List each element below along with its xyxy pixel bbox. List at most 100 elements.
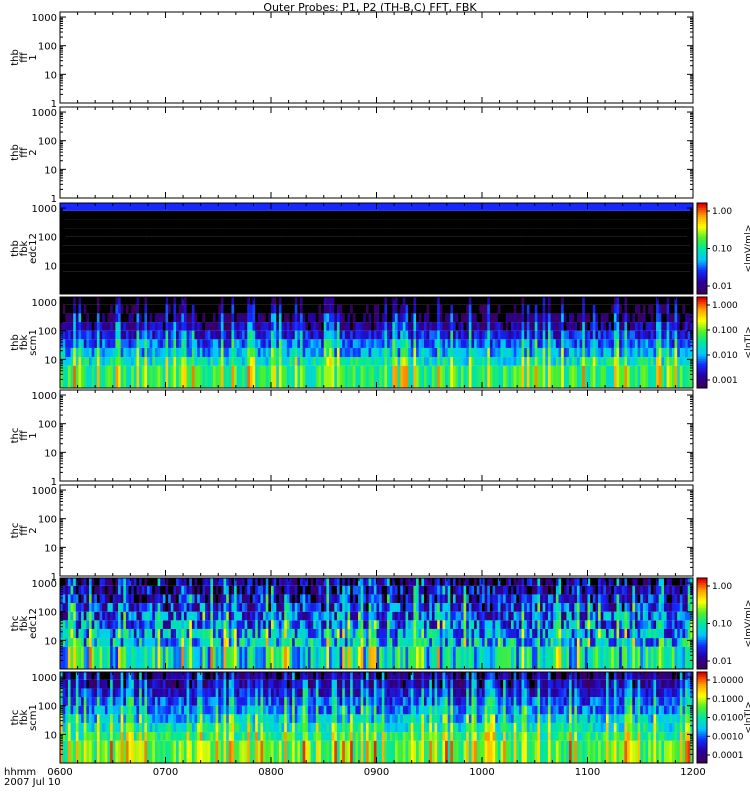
spectrogram-cell — [249, 228, 253, 237]
colorbar-tick-label: 0.001 — [712, 376, 738, 386]
spectrogram-cell — [400, 365, 404, 388]
spectrogram-cell — [168, 203, 172, 211]
spectrogram-cell — [508, 228, 512, 237]
spectrogram-cell — [563, 330, 567, 340]
spectrogram-cell — [547, 347, 551, 358]
spectrogram-cell — [365, 271, 369, 294]
spectrogram-cell — [408, 304, 412, 314]
spectrogram-cell — [671, 322, 675, 331]
spectrogram-cell — [471, 245, 475, 254]
spectrogram-cell — [431, 236, 435, 246]
spectrogram-cell — [268, 313, 272, 323]
spectrogram-cell — [518, 228, 522, 237]
spectrogram-cell — [102, 304, 106, 314]
spectrogram-cell — [223, 365, 227, 388]
spectrogram-cell — [131, 313, 135, 323]
spectrogram-cell — [154, 297, 158, 305]
spectrogram-cell — [532, 236, 536, 246]
spectrogram-cell — [611, 210, 615, 220]
spectrogram-cell — [600, 228, 604, 237]
spectrogram-cell — [611, 365, 615, 388]
spectrogram-cell — [405, 365, 409, 388]
spectrogram-cell — [590, 219, 594, 229]
spectrogram-cell — [511, 322, 515, 331]
spectrogram-cell — [183, 313, 187, 323]
spectrogram-cell — [149, 236, 153, 246]
spectrogram-cell — [334, 357, 338, 366]
spectrogram-cell — [524, 357, 528, 366]
spectrogram-cell — [656, 330, 660, 340]
spectrogram-cell — [397, 330, 401, 340]
spectrogram-cell — [147, 347, 151, 358]
spectrogram-cell — [682, 297, 686, 305]
spectrogram-cell — [352, 365, 356, 388]
spectrogram-cell — [144, 347, 148, 358]
spectrogram-cell — [627, 357, 631, 366]
spectrogram-cell — [104, 330, 108, 340]
spectrogram-cell — [489, 228, 493, 237]
spectrogram-cell — [569, 330, 573, 340]
spectrogram-cell — [605, 313, 609, 323]
spectrogram-cell — [547, 339, 551, 348]
spectrogram-cell — [144, 253, 148, 264]
spectrogram-cell — [154, 210, 158, 220]
spectrogram-cell — [600, 271, 604, 294]
spectrogram-cell — [439, 219, 443, 229]
spectrogram-cell — [241, 330, 246, 340]
spectrogram-cell — [674, 210, 678, 220]
spectrogram-cell — [574, 297, 578, 305]
spectrogram-cell — [336, 219, 340, 229]
spectrogram-cell — [408, 245, 412, 254]
spectrogram-cell — [426, 365, 430, 388]
panel-frame — [59, 106, 694, 199]
spectrogram-cell — [545, 219, 549, 229]
spectrogram-cell — [247, 219, 251, 229]
spectrogram-cell — [70, 322, 74, 331]
spectrogram-cell — [107, 263, 111, 272]
spectrogram-cell — [413, 304, 417, 314]
spectrogram-cell — [658, 330, 662, 340]
spectrogram-cell — [634, 203, 639, 211]
spectrogram-cell — [286, 357, 290, 366]
spectrogram-cell — [482, 253, 486, 264]
spectrogram-cell — [376, 253, 380, 264]
spectrogram-cell — [273, 236, 277, 246]
spectrogram-cell — [236, 313, 240, 323]
spectrogram-cell — [542, 271, 546, 294]
spectrogram-cell — [183, 210, 187, 220]
spectrogram-cell — [89, 210, 93, 220]
spectrogram-cell — [434, 263, 438, 272]
spectrogram-cell — [685, 297, 689, 305]
spectrogram-cell — [442, 263, 446, 272]
spectrogram-cell — [439, 313, 443, 323]
spectrogram-cell — [423, 219, 428, 229]
spectrogram-cell — [91, 339, 95, 348]
spectrogram-cell — [663, 304, 668, 314]
spectrogram-cell — [653, 304, 657, 314]
spectrogram-cell — [263, 271, 267, 294]
spectrogram-cell — [110, 357, 114, 366]
spectrogram-cell — [571, 304, 575, 314]
spectrogram-cell — [191, 210, 195, 220]
spectrogram-cell — [355, 210, 359, 220]
spectrogram-cell — [584, 357, 588, 366]
spectrogram-cell — [524, 236, 528, 246]
spectrogram-cell — [323, 357, 327, 366]
spectrogram-cell — [181, 347, 185, 358]
spectrogram-cell — [239, 313, 243, 323]
spectrogram-cell — [271, 228, 275, 237]
spectrogram-cell — [663, 271, 668, 294]
spectrogram-cell — [321, 236, 325, 246]
spectrogram-cell — [133, 210, 137, 220]
spectrogram-cell — [381, 228, 385, 237]
spectrogram-cell — [479, 253, 483, 264]
spectrogram-cell — [468, 322, 472, 331]
spectrogram-cell — [329, 236, 333, 246]
spectrogram-cell — [489, 245, 493, 254]
spectrogram-cell — [634, 304, 639, 314]
spectrogram-cell — [387, 297, 391, 305]
spectrogram-cell — [571, 228, 575, 237]
spectrogram-cell — [342, 236, 346, 246]
spectrogram-cell — [516, 245, 520, 254]
spectrogram-cell — [157, 313, 161, 323]
